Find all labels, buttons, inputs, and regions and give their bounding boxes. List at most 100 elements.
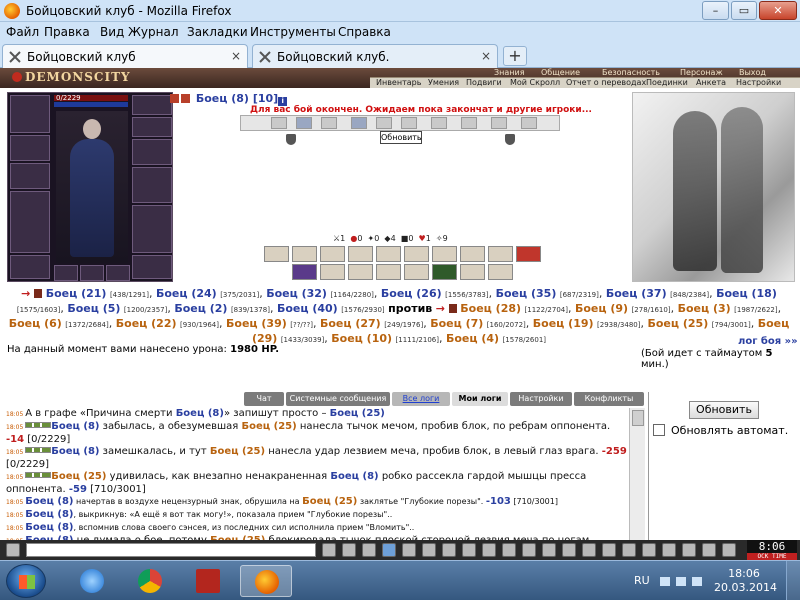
nav-transfers[interactable]: Отчет о переводах	[566, 78, 646, 87]
action-slot[interactable]	[321, 117, 337, 129]
tab-fight-club-2[interactable]: Бойцовский клуб. ×	[252, 44, 498, 68]
fighter-name[interactable]: Боец (25)	[51, 471, 106, 482]
boot-icon[interactable]	[702, 543, 716, 557]
action-slot[interactable]	[296, 117, 312, 129]
fighter-name[interactable]: Боец (25)	[302, 496, 357, 507]
orange-fighter-name[interactable]: Боец (25)	[647, 317, 708, 330]
battle-log-link[interactable]: лог боя »»	[738, 336, 798, 347]
skill-icon[interactable]	[376, 246, 401, 262]
fight-icon[interactable]	[582, 543, 596, 557]
shield-slot[interactable]	[132, 167, 172, 203]
skill-icon[interactable]	[488, 264, 513, 280]
blue-fighter-name[interactable]: Боец (37)	[606, 287, 667, 300]
nav-feats[interactable]: Подвиги	[466, 78, 502, 87]
nav-communication[interactable]: Общение	[541, 68, 580, 77]
tray-arrow-icon[interactable]	[660, 577, 670, 586]
fighter-name[interactable]: Боец (8)	[25, 496, 73, 507]
menu-tools[interactable]: Инструменты	[250, 25, 336, 39]
refresh-button[interactable]: Обновить	[689, 401, 759, 419]
scroll-slot-1[interactable]	[54, 265, 78, 281]
skill-icon[interactable]	[292, 246, 317, 262]
menu-edit[interactable]: Правка	[44, 25, 90, 39]
bottle-icon[interactable]	[562, 543, 576, 557]
chat-input[interactable]	[26, 543, 316, 557]
orange-fighter-name[interactable]: Боец (10)	[331, 332, 392, 345]
hands-icon[interactable]	[622, 543, 636, 557]
leggings-slot[interactable]	[132, 205, 172, 253]
skill-icon[interactable]	[320, 246, 345, 262]
skill-icon[interactable]	[404, 264, 429, 280]
fighter-name[interactable]: Боец (25)	[330, 408, 385, 419]
action-slot[interactable]	[461, 117, 477, 129]
nav-inventory[interactable]: Инвентарь	[376, 78, 421, 87]
skill-icon[interactable]	[376, 264, 401, 280]
blue-fighter-name[interactable]: Боец (21)	[46, 287, 107, 300]
fighter-name[interactable]: Боец (25)	[210, 446, 265, 457]
nav-my-scroll[interactable]: Мой Скролл	[510, 78, 560, 87]
start-button[interactable]	[6, 564, 46, 598]
smile-icon[interactable]	[362, 543, 376, 557]
fighter-name[interactable]: Боец (25)	[241, 421, 296, 432]
orange-fighter-name[interactable]: Боец (22)	[116, 317, 177, 330]
boots-slot[interactable]	[10, 255, 50, 279]
blue-fighter-name[interactable]: Боец (5)	[67, 302, 120, 315]
fighter-name[interactable]: Боец (8)	[51, 421, 99, 432]
gift-icon[interactable]	[522, 543, 536, 557]
gloves-slot[interactable]	[132, 139, 172, 165]
skill-icon[interactable]	[432, 246, 457, 262]
maximize-button[interactable]: ▭	[731, 1, 757, 20]
menu-help[interactable]: Справка	[338, 25, 391, 39]
armor-slot[interactable]	[10, 135, 50, 161]
blue-fighter-name[interactable]: Боец (18)	[716, 287, 777, 300]
blue-fighter-name[interactable]: Боец (40)	[277, 302, 338, 315]
extra-slot[interactable]	[132, 255, 172, 279]
translate-icon[interactable]	[402, 543, 416, 557]
action-slot[interactable]	[271, 117, 287, 129]
skill-icon[interactable]	[488, 246, 513, 262]
emoji-icon[interactable]	[442, 543, 456, 557]
tab-conflicts[interactable]: Конфликты	[574, 392, 644, 406]
menu-file[interactable]: Файл	[6, 25, 39, 39]
skill-icon[interactable]	[348, 246, 373, 262]
system-clock[interactable]: 18:06 20.03.2014	[714, 567, 777, 595]
helmet-slot[interactable]	[10, 95, 50, 133]
skill-icon[interactable]	[292, 264, 317, 280]
orange-fighter-name[interactable]: Боец (3)	[678, 302, 731, 315]
fighter-name[interactable]: Боец (8)	[25, 509, 73, 520]
paw-icon[interactable]	[662, 543, 676, 557]
tab-all-logs[interactable]: Все логи	[392, 392, 450, 406]
player-name[interactable]: Боец	[196, 92, 228, 105]
blue-fighter-name[interactable]: Боец (26)	[381, 287, 442, 300]
show-desktop-button[interactable]	[786, 561, 800, 600]
tab-chat[interactable]: Чат	[244, 392, 284, 406]
belt-slot[interactable]	[10, 163, 50, 189]
minimize-button[interactable]: –	[702, 1, 729, 20]
tab-fight-club-1[interactable]: Бойцовский клуб ×	[2, 44, 248, 68]
tab-close-button[interactable]: ×	[481, 49, 491, 63]
scroll-slot-2[interactable]	[80, 265, 104, 281]
orange-fighter-name[interactable]: Боец (39)	[226, 317, 287, 330]
tab-settings[interactable]: Настройки	[510, 392, 572, 406]
orange-fighter-name[interactable]: Боец (9)	[575, 302, 628, 315]
fighter-name[interactable]: Боец (8)	[330, 471, 378, 482]
blue-fighter-name[interactable]: Боец (2)	[174, 302, 227, 315]
potion-icon[interactable]	[602, 543, 616, 557]
filter-icon[interactable]	[382, 543, 396, 557]
nav-duels[interactable]: Поединки	[646, 78, 688, 87]
auto-refresh-checkbox[interactable]	[653, 424, 665, 436]
nick-icon[interactable]	[462, 543, 476, 557]
orange-fighter-name[interactable]: Боец (4)	[446, 332, 499, 345]
drop-icon[interactable]	[682, 543, 696, 557]
fighter-name[interactable]: Боец (8)	[51, 446, 99, 457]
fire-icon[interactable]	[722, 543, 736, 557]
taskbar-firefox[interactable]	[240, 565, 292, 597]
taskbar-chrome[interactable]	[124, 565, 176, 597]
nav-profile[interactable]: Анкета	[696, 78, 726, 87]
amulet-slot[interactable]	[132, 117, 172, 137]
network-icon[interactable]	[676, 577, 686, 586]
blue-fighter-name[interactable]: Боец (35)	[496, 287, 557, 300]
tab-close-button[interactable]: ×	[231, 49, 241, 63]
skill-icon[interactable]	[460, 246, 485, 262]
site-logo[interactable]: DEMONSCITY	[8, 70, 135, 86]
volume-icon[interactable]	[692, 577, 702, 586]
